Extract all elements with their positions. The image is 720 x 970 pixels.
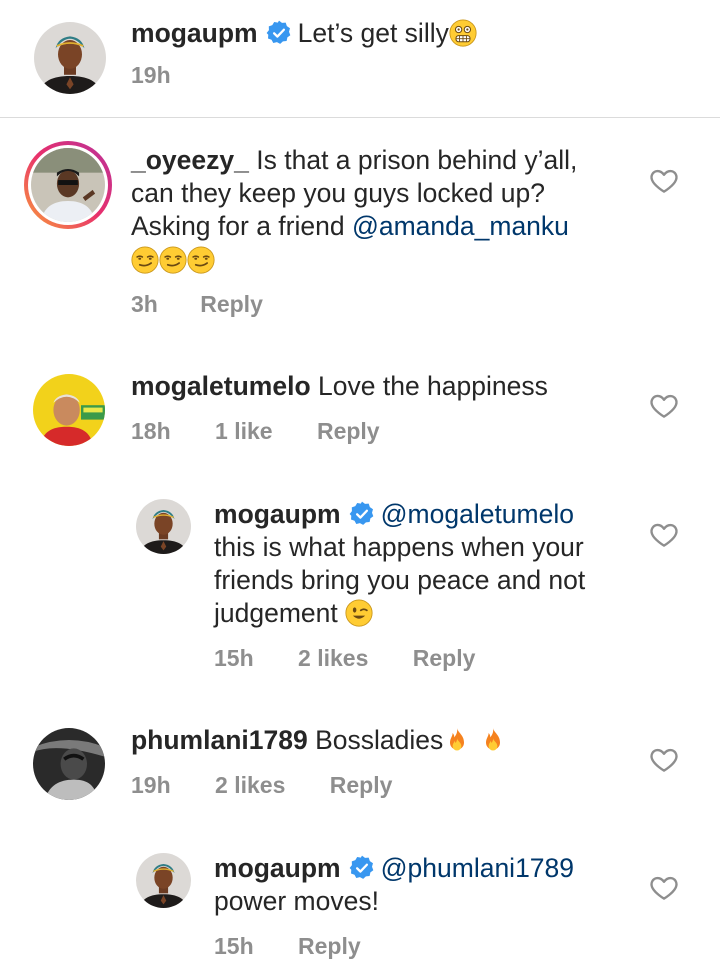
comment-body: phumlani1789 Bossladies [131, 724, 507, 757]
smirk-emoji [159, 246, 187, 274]
avatar-oyeezy[interactable] [24, 141, 112, 229]
heart-icon[interactable] [649, 166, 679, 196]
smirk-emoji [131, 246, 159, 274]
fire-emoji [479, 726, 507, 754]
comment-text: Love the happiness [318, 371, 548, 401]
avatar-phumlani1789[interactable] [33, 728, 105, 800]
username[interactable]: mogaupm [214, 853, 341, 883]
username[interactable]: _oyeezy_ [131, 145, 249, 175]
comment-text: Bossladies [315, 725, 444, 755]
timestamp: 15h [214, 645, 254, 671]
username[interactable]: mogaupm [131, 18, 258, 48]
comment-meta: 15h Reply [214, 933, 361, 960]
avatar-mogaletumelo[interactable] [33, 374, 105, 446]
comment-text-line1: Is that a prison behind y’all, [256, 145, 578, 175]
likes-count[interactable]: 2 likes [215, 772, 285, 799]
comment-text-line3: Asking for a friend [131, 211, 345, 241]
comment-meta: 19h [131, 62, 171, 89]
mention-link[interactable]: @phumlani1789 [381, 853, 574, 883]
verified-badge-icon [349, 501, 375, 527]
verified-badge-icon [349, 855, 375, 881]
avatar-mogaupm[interactable] [136, 853, 191, 908]
heart-icon[interactable] [649, 745, 679, 775]
comment-meta: 19h 2 likes Reply [131, 772, 392, 799]
comment-body: mogaletumelo Love the happiness [131, 370, 548, 403]
comment-text-line3: judgement [214, 598, 338, 628]
heart-icon[interactable] [649, 391, 679, 421]
wink-emoji [345, 599, 373, 627]
timestamp: 3h [131, 291, 158, 317]
timestamp: 19h [131, 62, 171, 88]
likes-count[interactable]: 2 likes [298, 645, 368, 672]
comment-text-line2: friends bring you peace and not [214, 565, 586, 595]
comment-text-line1: power moves! [214, 886, 379, 916]
caption-divider [0, 117, 720, 118]
comment-text-line2: can they keep you guys locked up? [131, 178, 545, 208]
heart-icon[interactable] [649, 520, 679, 550]
timestamp: 18h [131, 418, 171, 444]
timestamp: 19h [131, 772, 171, 798]
grimacing-emoji [449, 19, 477, 47]
reply-button[interactable]: Reply [413, 645, 476, 672]
comment-meta: 3h Reply [131, 291, 263, 318]
verified-badge-icon [266, 20, 292, 46]
emoji-row [131, 244, 577, 277]
reply-button[interactable]: Reply [330, 772, 393, 799]
reply-button[interactable]: Reply [298, 933, 361, 960]
username[interactable]: phumlani1789 [131, 725, 308, 755]
fire-emoji [443, 726, 471, 754]
reply-button[interactable]: Reply [317, 418, 380, 445]
comment-meta: 18h 1 like Reply [131, 418, 380, 445]
comment-body: mogaupm Let’s get silly [131, 17, 477, 50]
timestamp: 15h [214, 933, 254, 959]
mention-link[interactable]: @amanda_manku [352, 211, 569, 241]
username[interactable]: mogaupm [214, 499, 341, 529]
comment-text: Let’s get silly [297, 18, 449, 48]
heart-icon[interactable] [649, 873, 679, 903]
username[interactable]: mogaletumelo [131, 371, 311, 401]
comment-text-line1: this is what happens when your [214, 532, 584, 562]
mention-link[interactable]: @mogaletumelo [381, 499, 574, 529]
comment-body: mogaupm @phumlani1789 power moves! [214, 852, 574, 918]
avatar-mogaupm[interactable] [136, 499, 191, 554]
comment-body: mogaupm @mogaletumelo this is what happen… [214, 498, 585, 630]
reply-button[interactable]: Reply [200, 291, 263, 318]
smirk-emoji [187, 246, 215, 274]
comment-meta: 15h 2 likes Reply [214, 645, 475, 672]
avatar-mogaupm[interactable] [34, 22, 106, 94]
comment-body: _oyeezy_ Is that a prison behind y’all, … [131, 144, 577, 277]
likes-count[interactable]: 1 like [215, 418, 273, 445]
